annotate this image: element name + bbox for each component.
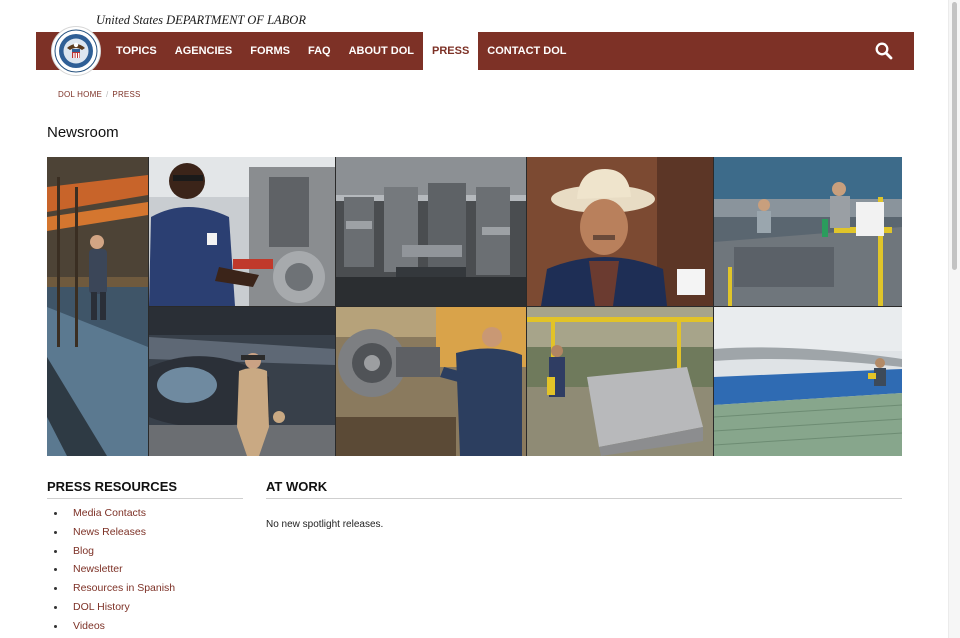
photo-mechanic-wheel (336, 307, 526, 456)
link-videos[interactable]: Videos (73, 620, 105, 632)
list-item: News Releases (54, 525, 175, 544)
nav-press[interactable]: PRESS (422, 32, 479, 70)
eagle-seal-icon (54, 29, 98, 73)
link-media-contacts[interactable]: Media Contacts (73, 507, 146, 519)
list-item: DOL History (54, 600, 175, 619)
photo-bridge-rebar (714, 307, 902, 456)
photo-pilot-helicopter (149, 307, 335, 456)
link-news-releases[interactable]: News Releases (73, 526, 146, 538)
link-blog[interactable]: Blog (73, 545, 94, 557)
breadcrumb-current[interactable]: PRESS (112, 90, 140, 99)
press-resources-heading: PRESS RESOURCES (47, 479, 243, 499)
link-newsletter[interactable]: Newsletter (73, 563, 123, 575)
press-resources-list: Media Contacts News Releases Blog Newsle… (54, 506, 175, 638)
photo-warehouse-worker (47, 157, 148, 456)
page-title: Newsroom (47, 124, 119, 141)
nav-forms[interactable]: FORMS (241, 32, 299, 70)
photo-factory-workers (714, 157, 902, 306)
photo-mosaic (47, 157, 902, 456)
nav-faq[interactable]: FAQ (299, 32, 340, 70)
search-button[interactable] (874, 41, 894, 61)
list-item: Resources in Spanish (54, 581, 175, 600)
search-icon (875, 42, 893, 60)
photo-fabrication-shop (527, 307, 713, 456)
at-work-heading: AT WORK (266, 479, 902, 499)
list-item: Newsletter (54, 562, 175, 581)
list-item: Videos (54, 619, 175, 638)
breadcrumb: DOL HOME / PRESS (58, 90, 141, 99)
nav-agencies[interactable]: AGENCIES (166, 32, 241, 70)
spotlight-message: No new spotlight releases. (266, 519, 384, 530)
scrollbar-thumb[interactable] (952, 2, 957, 270)
agency-name: United States DEPARTMENT OF LABOR (96, 13, 306, 27)
main-navigation: TOPICS AGENCIES FORMS FAQ ABOUT DOL PRES… (36, 32, 914, 70)
link-resources-in-spanish[interactable]: Resources in Spanish (73, 582, 175, 594)
list-item: Media Contacts (54, 506, 175, 525)
list-item: Blog (54, 544, 175, 563)
breadcrumb-home-link[interactable]: DOL HOME (58, 90, 102, 99)
vertical-scrollbar[interactable] (948, 0, 960, 638)
link-dol-history[interactable]: DOL History (73, 601, 130, 613)
dol-seal-logo[interactable] (51, 26, 101, 76)
nav-topics[interactable]: TOPICS (107, 32, 166, 70)
nav-contact-dol[interactable]: CONTACT DOL (478, 32, 575, 70)
photo-cowboy (527, 157, 713, 306)
breadcrumb-separator: / (105, 90, 109, 99)
photo-machinist (149, 157, 335, 306)
nav-menu: TOPICS AGENCIES FORMS FAQ ABOUT DOL PRES… (107, 32, 576, 70)
photo-milling-machines (336, 157, 526, 306)
nav-about-dol[interactable]: ABOUT DOL (340, 32, 423, 70)
